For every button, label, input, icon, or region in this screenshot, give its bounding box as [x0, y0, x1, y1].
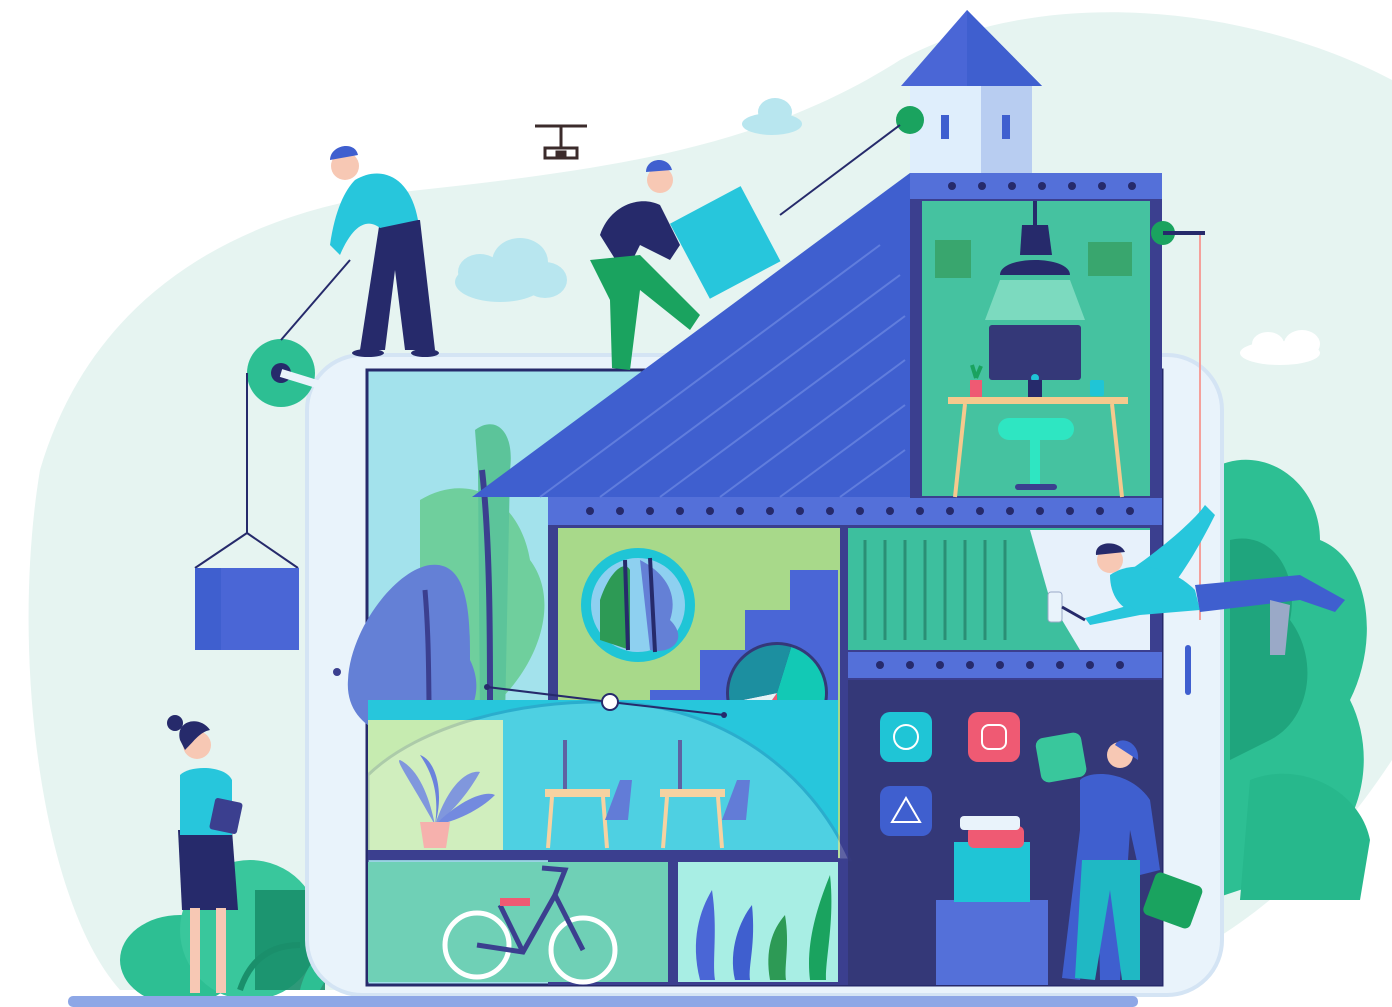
tablet-camera	[333, 668, 341, 676]
circle-app-icon	[880, 712, 932, 762]
hanging-crate-shade	[195, 568, 221, 650]
drone-icon	[535, 124, 587, 160]
room-garage	[368, 862, 668, 982]
house-construction-illustration	[28, 10, 1392, 1007]
square-app-icon	[968, 712, 1020, 762]
tablet-button	[1185, 645, 1191, 695]
triangle-app-icon	[880, 786, 932, 836]
wall-frame-right	[1088, 242, 1132, 276]
tower-window-left	[941, 115, 949, 139]
round-window	[581, 548, 695, 662]
cloud-icon	[742, 98, 802, 135]
wall-frame-left	[935, 240, 971, 278]
tower-window-right	[1002, 115, 1010, 139]
floor-beam-middle	[848, 652, 1162, 678]
floor-beam-lower	[368, 850, 838, 860]
ground-bar	[68, 996, 1138, 1007]
pulley-icon	[896, 106, 924, 134]
tower-beam	[910, 173, 1162, 199]
